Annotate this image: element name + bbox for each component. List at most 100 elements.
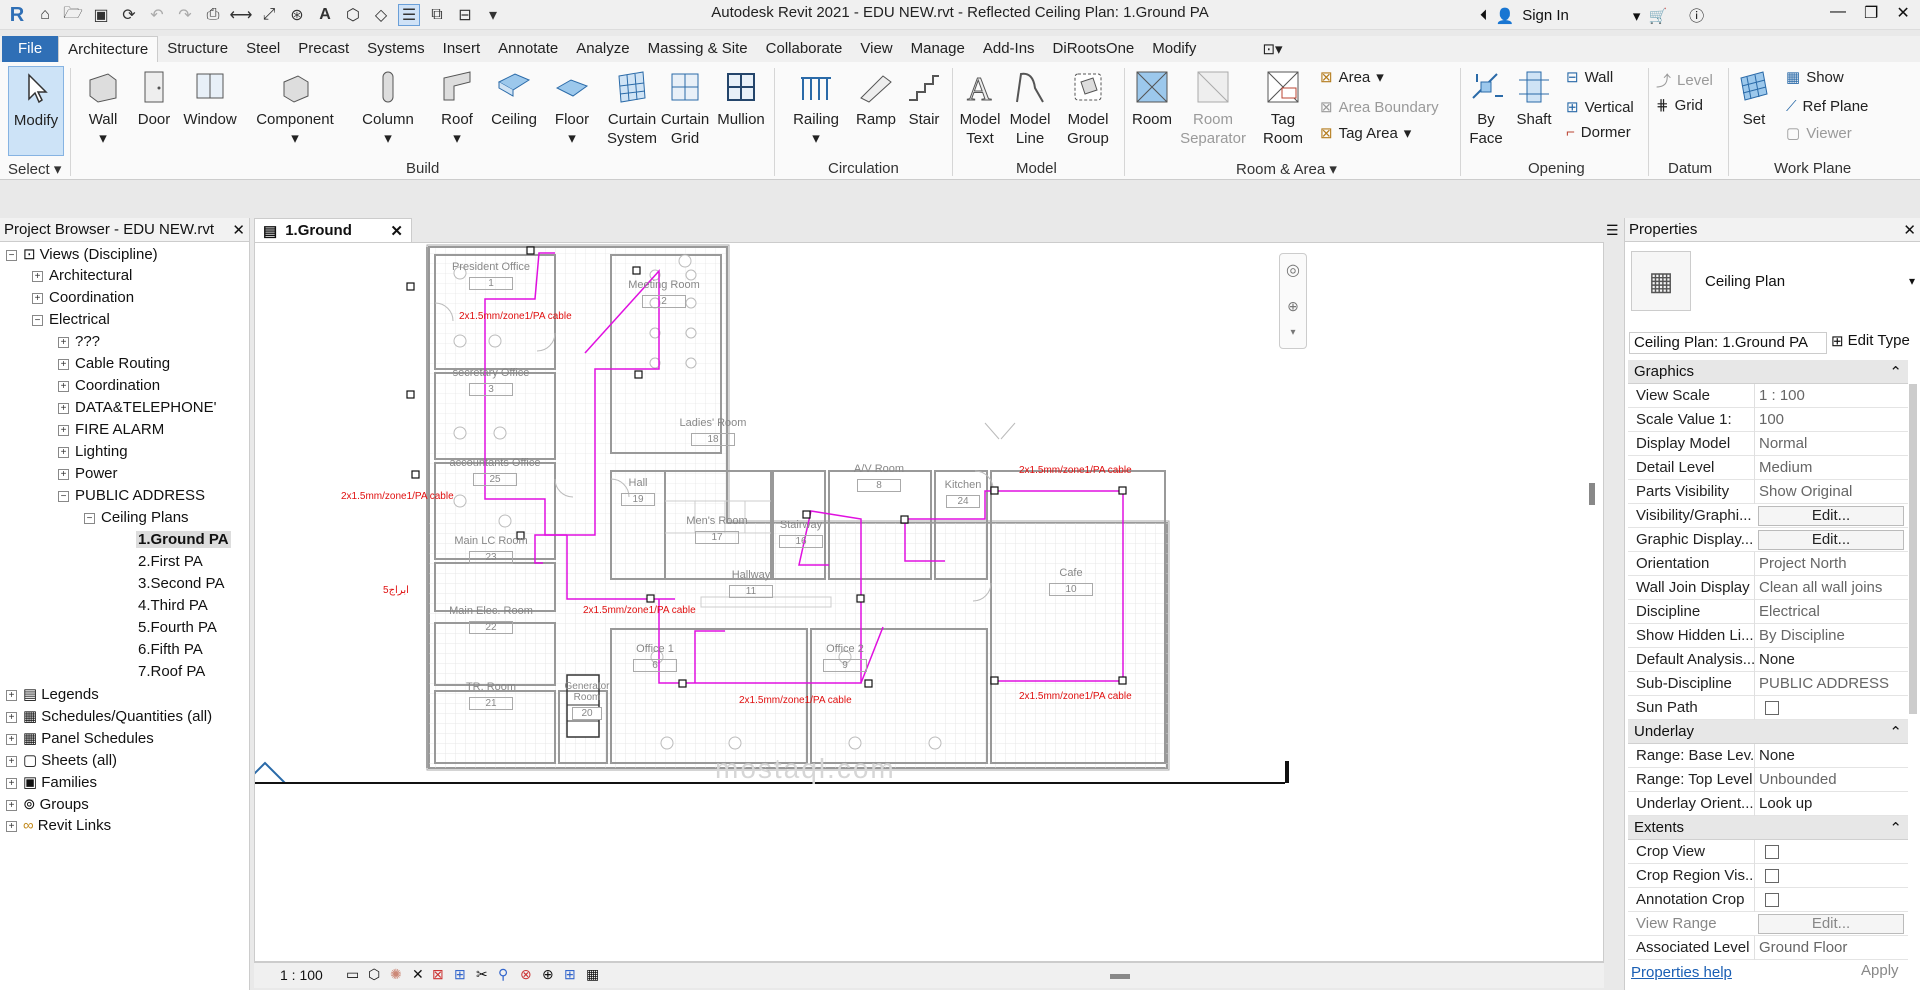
- tree-item[interactable]: + FIRE ALARM: [58, 421, 164, 438]
- help-icon[interactable]: ⓘ: [1689, 5, 1704, 26]
- type-selector[interactable]: ▦ Ceiling Plan ▾: [1631, 248, 1915, 314]
- property-row[interactable]: Discipline Electrical: [1628, 599, 1908, 624]
- room-separator-button[interactable]: Room Separator: [1180, 66, 1246, 148]
- revit-logo-icon[interactable]: R: [6, 4, 28, 26]
- instance-selector[interactable]: Ceiling Plan: 1.Ground PA: [1629, 332, 1827, 354]
- area-button[interactable]: ⊠ Area ▾: [1320, 68, 1384, 87]
- type-dropdown-icon[interactable]: ▾: [1909, 274, 1915, 288]
- tree-item[interactable]: − PUBLIC ADDRESS: [58, 487, 205, 504]
- wall-button[interactable]: Wall ▾: [80, 66, 126, 148]
- detail-level-icon[interactable]: ▭: [346, 966, 359, 983]
- dropdown-icon[interactable]: ▾: [1633, 7, 1641, 25]
- grid-button[interactable]: ⋕ Grid: [1656, 96, 1703, 115]
- area-boundary-button[interactable]: ⊠ Area Boundary: [1320, 98, 1439, 117]
- tree-item[interactable]: − Ceiling Plans: [84, 509, 189, 526]
- by-face-button[interactable]: By Face: [1466, 66, 1506, 148]
- tree-item-selected[interactable]: 1.Ground PA: [136, 531, 231, 548]
- property-row[interactable]: Underlay Orient... Look up: [1628, 791, 1908, 816]
- tree-item[interactable]: 3.Second PA: [138, 575, 224, 592]
- restore-icon[interactable]: ❐: [1864, 3, 1878, 23]
- tab-add-ins[interactable]: Add-Ins: [974, 36, 1044, 62]
- property-row[interactable]: Sub-Discipline PUBLIC ADDRESS: [1628, 671, 1908, 696]
- tab-manage[interactable]: Manage: [902, 36, 974, 62]
- switch-windows-icon[interactable]: ⊟: [454, 4, 476, 26]
- tree-item[interactable]: + ▦ Panel Schedules: [6, 729, 154, 747]
- property-row[interactable]: Parts Visibility Show Original: [1628, 479, 1908, 504]
- select-dropdown[interactable]: Select ▾: [8, 160, 61, 178]
- edit-type-button[interactable]: ⊞ Edit Type: [1831, 332, 1910, 350]
- crop-region-visible-checkbox[interactable]: [1765, 868, 1779, 883]
- measure-icon[interactable]: ⟷: [230, 4, 253, 26]
- model-group-button[interactable]: Model Group: [1060, 66, 1116, 148]
- save-icon[interactable]: ▣: [90, 4, 112, 26]
- close-icon[interactable]: ✕: [232, 221, 245, 239]
- ramp-button[interactable]: Ramp: [852, 66, 900, 129]
- close-icon[interactable]: ✕: [390, 222, 403, 240]
- opening-wall-button[interactable]: ⊟ Wall: [1566, 68, 1613, 87]
- open-icon[interactable]: 🗁: [62, 4, 84, 26]
- temporary-hide-icon[interactable]: ✂: [476, 966, 488, 983]
- tree-item[interactable]: − Electrical: [32, 311, 110, 328]
- tree-item[interactable]: 7.Roof PA: [138, 663, 205, 680]
- dimension-icon[interactable]: ⤢: [258, 4, 280, 26]
- sign-in-link[interactable]: Sign In: [1522, 7, 1569, 24]
- vertical-scrollbar[interactable]: [1589, 483, 1595, 505]
- text-icon[interactable]: A: [314, 4, 336, 26]
- property-row[interactable]: Range: Base Lev... None: [1628, 743, 1908, 768]
- property-row[interactable]: Associated Level Ground Floor: [1628, 935, 1908, 960]
- tree-item[interactable]: − ⊡ Views (Discipline): [6, 245, 158, 263]
- show-button[interactable]: ▦ Show: [1786, 68, 1844, 87]
- property-row[interactable]: View Range Edit...: [1628, 912, 1908, 936]
- horizontal-scroll-thumb[interactable]: [1110, 974, 1130, 979]
- tag-room-button[interactable]: Tag Room: [1256, 66, 1310, 148]
- property-row[interactable]: Range: Top Level Unbounded: [1628, 767, 1908, 792]
- tree-item[interactable]: 4.Third PA: [138, 597, 208, 614]
- stair-button[interactable]: Stair: [902, 66, 946, 129]
- property-row[interactable]: Display Model Normal: [1628, 431, 1908, 456]
- print-icon[interactable]: ⎙: [202, 4, 224, 26]
- tree-item[interactable]: + Architectural: [32, 267, 132, 284]
- sun-path-icon[interactable]: ✺: [390, 966, 402, 983]
- extents-group-header[interactable]: Extents ⌃: [1628, 816, 1908, 840]
- property-row[interactable]: Crop View: [1628, 839, 1908, 864]
- dormer-button[interactable]: ⌐ Dormer: [1566, 124, 1631, 141]
- tab-structure[interactable]: Structure: [158, 36, 237, 62]
- underlay-group-header[interactable]: Underlay ⌃: [1628, 720, 1908, 744]
- floor-button[interactable]: Floor ▾: [549, 66, 595, 148]
- tab-insert[interactable]: Insert: [434, 36, 490, 62]
- tab-dirootsone[interactable]: DiRootsOne: [1044, 36, 1144, 62]
- curtain-grid-button[interactable]: Curtain Grid: [660, 66, 710, 148]
- highlight-displacement-icon[interactable]: ⊞: [564, 966, 576, 983]
- show-crop-icon[interactable]: ⊞: [454, 966, 466, 983]
- property-row[interactable]: Detail Level Medium: [1628, 455, 1908, 480]
- tab-analyze[interactable]: Analyze: [567, 36, 638, 62]
- component-button[interactable]: Component ▾: [252, 66, 338, 148]
- view-tab[interactable]: ▤ 1.Ground PA ✕: [254, 218, 412, 256]
- room-area-panel-label[interactable]: Room & Area ▾: [1236, 160, 1337, 178]
- tab-file[interactable]: File: [2, 36, 59, 62]
- graphic-display-edit-button[interactable]: Edit...: [1758, 529, 1904, 550]
- property-row[interactable]: Graphic Display... Edit...: [1628, 528, 1908, 552]
- tree-item[interactable]: + ∞ Revit Links: [6, 817, 111, 834]
- customize-qat-icon[interactable]: ▾: [482, 4, 504, 26]
- tree-item[interactable]: 6.Fifth PA: [138, 641, 203, 658]
- tag-area-button[interactable]: ⊠ Tag Area ▾: [1320, 124, 1411, 143]
- property-row[interactable]: Visibility/Graphi... Edit...: [1628, 504, 1908, 528]
- sync-icon[interactable]: ⟳: [118, 4, 140, 26]
- railing-button[interactable]: Railing ▾: [788, 66, 844, 148]
- tab-massing-site[interactable]: Massing & Site: [639, 36, 757, 62]
- graphics-group-header[interactable]: Graphics ⌃: [1628, 360, 1908, 384]
- drawing-canvas[interactable]: President Office 1 Meeting Room 2 secretar…: [242, 242, 1604, 962]
- redo-icon[interactable]: ↷: [174, 4, 196, 26]
- tree-item[interactable]: + ▦ Schedules/Quantities (all): [6, 707, 212, 725]
- tab-systems[interactable]: Systems: [358, 36, 434, 62]
- back-icon[interactable]: ⏴: [1480, 7, 1488, 24]
- minimize-icon[interactable]: —: [1830, 3, 1846, 23]
- tree-item[interactable]: + Coordination: [58, 377, 160, 394]
- tab-steel[interactable]: Steel: [237, 36, 289, 62]
- modify-button[interactable]: Modify: [8, 66, 64, 156]
- close-icon[interactable]: ✕: [1903, 221, 1916, 239]
- crop-view-checkbox[interactable]: [1765, 844, 1779, 859]
- tab-view[interactable]: View: [851, 36, 901, 62]
- steering-wheel-icon[interactable]: ◎: [1280, 260, 1306, 280]
